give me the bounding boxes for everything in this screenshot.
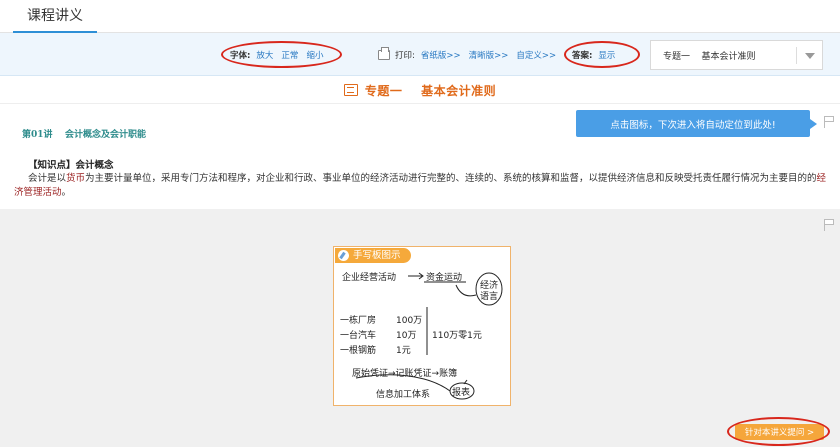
topic-select-value: 专题一 基本会计准则 bbox=[663, 51, 756, 62]
annotation-oval-answer bbox=[564, 41, 640, 68]
topic-select[interactable]: 专题一 基本会计准则 bbox=[650, 40, 823, 70]
printer-icon bbox=[378, 46, 390, 60]
lower-content-area: 手写板图示 企业经营活动 资金运动 经济 语言 一栋厂房 100万 一台汽车 1… bbox=[0, 209, 840, 447]
hw-line-vouchers: 原始凭证→记账凭证→账簿 bbox=[352, 369, 458, 379]
hw-line-steel-amount: 1元 bbox=[396, 346, 411, 356]
hw-line-factory: 一栋厂房 bbox=[340, 316, 377, 326]
tab-course-notes[interactable]: 课程讲义 bbox=[13, 0, 97, 33]
hw-line-car-amount: 10万 bbox=[396, 331, 417, 341]
print-group: 打印: 省纸版>> 清晰版>> 自定义>> bbox=[378, 33, 564, 76]
page-title: 专题一 基本会计准则 bbox=[364, 83, 497, 98]
bookmark-flag-icon[interactable] bbox=[823, 116, 835, 128]
knowledge-point-body: 会计是以货币为主要计量单位，采用专门方法和程序，对企业和行政、事业单位的经济活动… bbox=[14, 172, 834, 200]
hw-line-car: 一台汽车 bbox=[340, 331, 377, 341]
print-clear-link[interactable]: 清晰版>> bbox=[469, 49, 509, 61]
kp-text-3: 。 bbox=[61, 187, 72, 198]
handwriting-board: 手写板图示 企业经营活动 资金运动 经济 语言 一栋厂房 100万 一台汽车 1… bbox=[333, 246, 511, 406]
hw-line-report: 报表 bbox=[452, 388, 471, 398]
page-title-row: 专题一 基本会计准则 bbox=[0, 77, 840, 104]
annotation-oval-font bbox=[221, 41, 342, 68]
hw-line-info-system: 信息加工体系 bbox=[376, 390, 431, 400]
hw-line-total: 110万零1元 bbox=[432, 331, 482, 341]
bookmark-tooltip: 点击图标，下次进入将自动定位到此处! bbox=[576, 110, 817, 137]
hw-line-factory-amount: 100万 bbox=[396, 316, 423, 326]
print-label: 打印: bbox=[395, 50, 415, 61]
book-icon bbox=[343, 84, 358, 96]
hw-line-capital: 资金运动 bbox=[426, 273, 463, 283]
kp-highlight-currency: 货币 bbox=[66, 173, 86, 184]
print-custom-link[interactable]: 自定义>> bbox=[516, 49, 556, 61]
knowledge-point-title: 【知识点】会计概念 bbox=[28, 160, 114, 171]
hw-line-steel: 一根钢筋 bbox=[340, 346, 377, 356]
annotation-oval-ask bbox=[727, 417, 830, 446]
kp-text-2: 为主要计量单位，采用专门方法和程序，对企业和行政、事业单位的经济活动进行完整的、… bbox=[85, 173, 817, 184]
tab-bar: 课程讲义 bbox=[0, 0, 840, 33]
hw-line-business: 企业经营活动 bbox=[342, 273, 397, 283]
lecture-heading: 第01讲 会计概念及会计职能 bbox=[22, 130, 147, 140]
select-divider bbox=[796, 47, 797, 64]
hw-line-language: 语言 bbox=[480, 292, 499, 302]
print-save-paper-link[interactable]: 省纸版>> bbox=[421, 49, 461, 61]
bookmark-flag-icon-2[interactable] bbox=[823, 219, 835, 231]
chevron-down-icon bbox=[805, 53, 815, 59]
kp-text-1: 会计是以 bbox=[28, 173, 67, 184]
